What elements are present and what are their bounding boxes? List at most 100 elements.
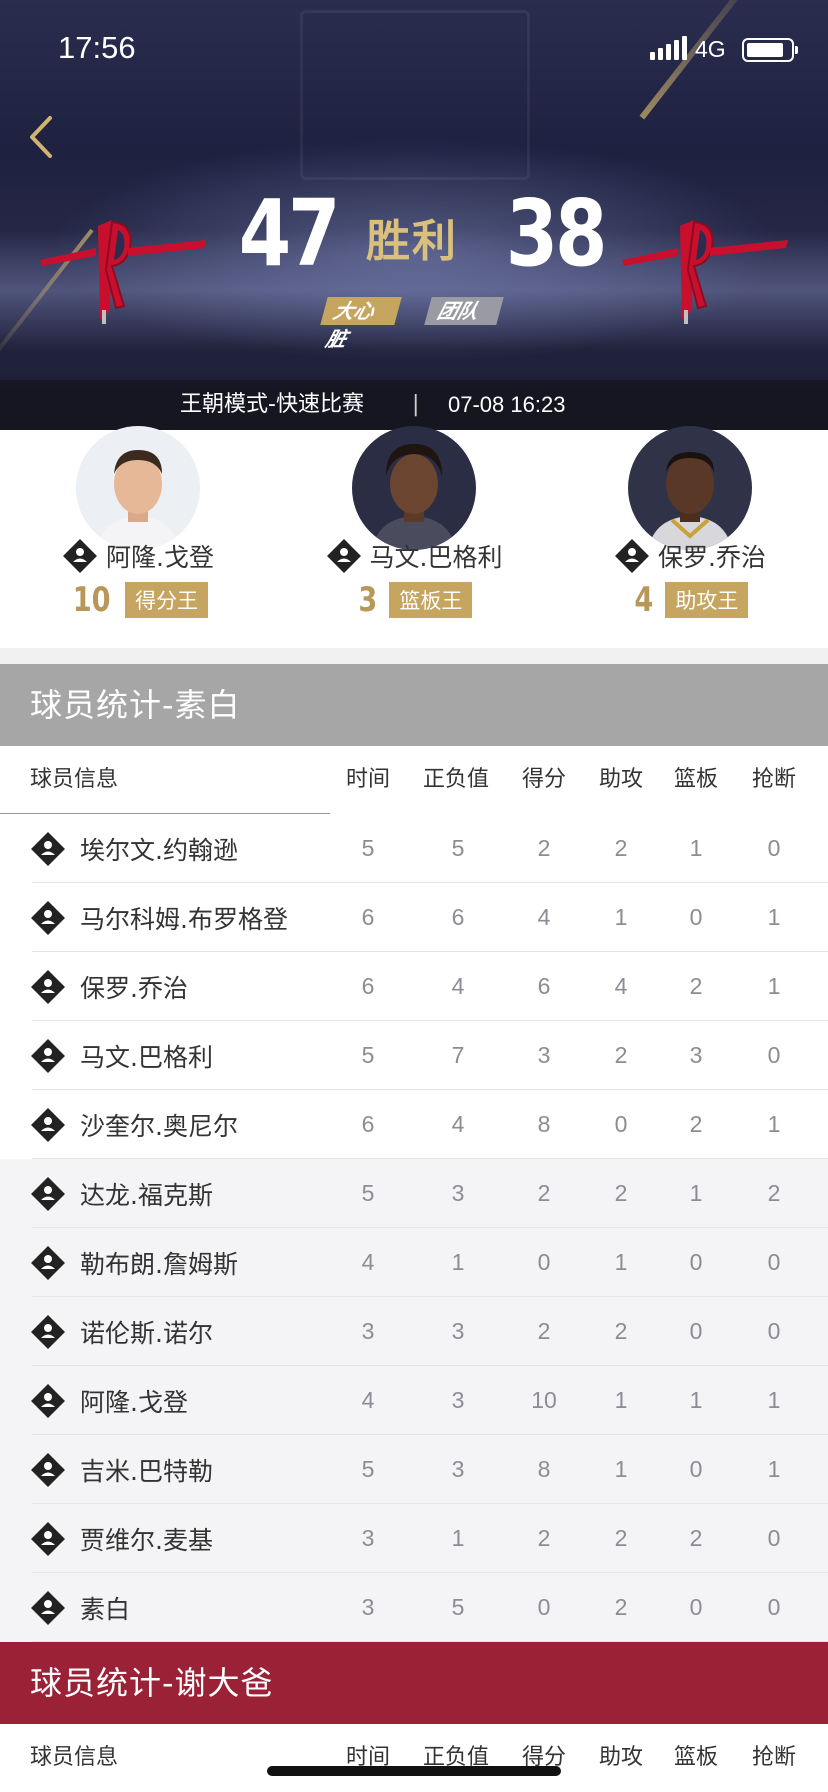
col-minutes: 时间 — [345, 1745, 390, 1770]
section-title-team2[interactable]: 球员统计-谢大爸 — [0, 1642, 828, 1724]
home-indicator[interactable] — [267, 1766, 561, 1776]
player-cell: 阿隆.戈登 — [30, 1366, 188, 1435]
table-row[interactable]: 达龙.福克斯 5 3 2 2 1 2 — [0, 1159, 828, 1228]
stat-leaders: 阿隆.戈登 10 得分王 马文.巴格利 3 篮板王 保罗.乔治 4 助攻王 — [0, 426, 828, 648]
stat-assists: 2 — [614, 1594, 628, 1620]
stat-assists: 2 — [614, 1180, 628, 1206]
stat-steals: 0 — [767, 1249, 781, 1275]
backboard-decor — [300, 10, 530, 180]
table-row[interactable]: 埃尔文.约翰逊 5 5 2 2 1 0 — [0, 814, 828, 883]
stat-steals: 0 — [767, 1042, 781, 1068]
player-position-icon — [31, 1314, 65, 1349]
rockets-logo-away — [622, 220, 788, 324]
table-row[interactable]: 勒布朗.詹姆斯 4 1 0 1 0 0 — [0, 1228, 828, 1297]
stat-steals: 0 — [767, 1525, 781, 1551]
player-name: 埃尔文.约翰逊 — [80, 835, 238, 865]
stat-plus-minus: 4 — [451, 1111, 465, 1137]
stat-minutes: 3 — [361, 1594, 375, 1620]
stat-steals: 1 — [767, 1456, 781, 1482]
player-position-icon — [31, 1521, 65, 1556]
col-player-info: 球员信息 — [30, 1745, 119, 1770]
stat-plus-minus: 3 — [451, 1456, 465, 1482]
player-position-icon — [31, 831, 65, 866]
network-type: 4G — [695, 36, 726, 62]
table-row[interactable]: 沙奎尔.奥尼尔 6 4 8 0 2 1 — [0, 1090, 828, 1159]
section-gap — [0, 648, 828, 664]
player-name: 沙奎尔.奥尼尔 — [80, 1111, 238, 1141]
table-row[interactable]: 马文.巴格利 5 7 3 2 3 0 — [0, 1021, 828, 1090]
stat-steals: 0 — [767, 835, 781, 861]
leader-assists[interactable]: 保罗.乔治 4 助攻王 — [552, 426, 828, 648]
player-position-icon — [31, 900, 65, 935]
table-row[interactable]: 阿隆.戈登 4 3 10 1 1 1 — [0, 1366, 828, 1435]
stat-points: 0 — [537, 1594, 551, 1620]
stat-rebounds: 1 — [689, 1180, 703, 1206]
col-steals: 抢断 — [751, 1745, 796, 1770]
section-title-team1[interactable]: 球员统计-素白 — [0, 664, 828, 746]
player-position-icon — [31, 1038, 65, 1073]
leader-name: 马文.巴格利 — [369, 543, 503, 572]
player-name: 马尔科姆.布罗格登 — [80, 904, 288, 934]
stat-assists: 1 — [614, 904, 628, 930]
leader-points[interactable]: 阿隆.戈登 10 得分王 — [0, 426, 276, 648]
stat-plus-minus: 5 — [451, 835, 465, 861]
table-row[interactable]: 素白 3 5 0 2 0 0 — [0, 1573, 828, 1642]
player-position-icon — [31, 1590, 65, 1625]
col-rebounds: 篮板 — [673, 767, 718, 792]
battery-icon — [742, 38, 798, 62]
table-row[interactable]: 诺伦斯.诺尔 3 3 2 2 0 0 — [0, 1297, 828, 1366]
back-arrow-icon[interactable] — [24, 112, 64, 162]
stat-minutes: 5 — [361, 1456, 375, 1482]
stat-points: 4 — [537, 904, 551, 930]
player-name: 阿隆.戈登 — [80, 1387, 188, 1417]
stat-minutes: 5 — [361, 1042, 375, 1068]
stat-rebounds: 0 — [689, 1318, 703, 1344]
leader-rebounds[interactable]: 马文.巴格利 3 篮板王 — [276, 426, 552, 648]
player-avatar — [628, 426, 752, 550]
player-cell: 马尔科姆.布罗格登 — [30, 883, 288, 952]
player-name: 勒布朗.詹姆斯 — [80, 1249, 238, 1279]
stat-plus-minus: 7 — [451, 1042, 465, 1068]
stat-minutes: 4 — [361, 1249, 375, 1275]
stat-points: 3 — [537, 1042, 551, 1068]
player-name: 达龙.福克斯 — [80, 1180, 213, 1210]
col-plus-minus: 正负值 — [422, 1745, 489, 1770]
table-row[interactable]: 贾维尔.麦基 3 1 2 2 2 0 — [0, 1504, 828, 1573]
leader-badge: 助攻王 — [665, 582, 749, 618]
stat-plus-minus: 4 — [451, 973, 465, 999]
stat-steals: 1 — [767, 1387, 781, 1413]
stat-points: 2 — [537, 1180, 551, 1206]
away-score: 38 — [505, 180, 608, 287]
game-mode: 王朝模式-快速比赛 — [180, 392, 364, 417]
table-row[interactable]: 马尔科姆.布罗格登 6 6 4 1 0 1 — [0, 883, 828, 952]
stat-plus-minus: 5 — [451, 1594, 465, 1620]
player-name: 诺伦斯.诺尔 — [80, 1318, 213, 1348]
player-cell: 保罗.乔治 — [30, 952, 188, 1021]
stat-points: 8 — [537, 1456, 551, 1482]
player-cell: 达龙.福克斯 — [30, 1159, 213, 1228]
player-position-icon — [615, 539, 649, 573]
stat-assists: 2 — [614, 1318, 628, 1344]
table-header-team2: 球员信息 时间 正负值 得分 助攻 篮板 抢断 — [0, 1724, 828, 1792]
stat-steals: 1 — [767, 904, 781, 930]
game-info-bar: 王朝模式-快速比赛 | 07-08 16:23 — [0, 380, 828, 430]
player-stats-list: 埃尔文.约翰逊 5 5 2 2 1 0 马尔科姆.布罗格登 6 6 4 1 0 1 保罗.乔治 6 4 6 4 2 1 马… — [0, 814, 828, 1642]
stat-minutes: 6 — [361, 904, 375, 930]
stat-minutes: 5 — [361, 1180, 375, 1206]
player-name: 吉米.巴特勒 — [80, 1456, 213, 1486]
stat-rebounds: 0 — [689, 1249, 703, 1275]
table-row[interactable]: 吉米.巴特勒 5 3 8 1 0 1 — [0, 1435, 828, 1504]
separator: | — [412, 392, 420, 417]
stat-plus-minus: 6 — [451, 904, 465, 930]
stat-minutes: 3 — [361, 1318, 375, 1344]
table-row[interactable]: 保罗.乔治 6 4 6 4 2 1 — [0, 952, 828, 1021]
table-header: 球员信息 时间 正负值 得分 助攻 篮板 抢断 — [0, 746, 828, 814]
stat-assists: 2 — [614, 1042, 628, 1068]
stat-rebounds: 1 — [689, 835, 703, 861]
stat-points: 2 — [537, 835, 551, 861]
col-steals: 抢断 — [751, 767, 796, 792]
stat-points: 0 — [537, 1249, 551, 1275]
col-rebounds: 篮板 — [673, 1745, 718, 1770]
stat-plus-minus: 1 — [451, 1249, 465, 1275]
col-plus-minus: 正负值 — [422, 767, 489, 792]
